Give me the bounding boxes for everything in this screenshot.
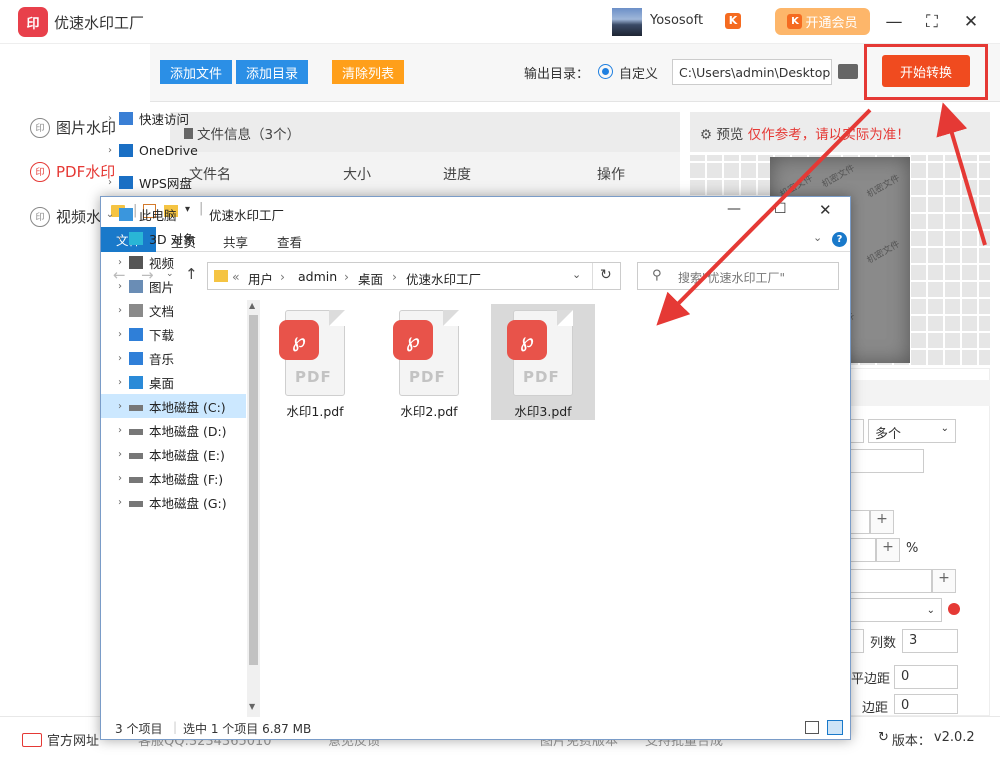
arrow-to-start-button [936,102,987,246]
annotation-arrows [656,102,987,326]
arrow-to-explorer [656,108,872,326]
